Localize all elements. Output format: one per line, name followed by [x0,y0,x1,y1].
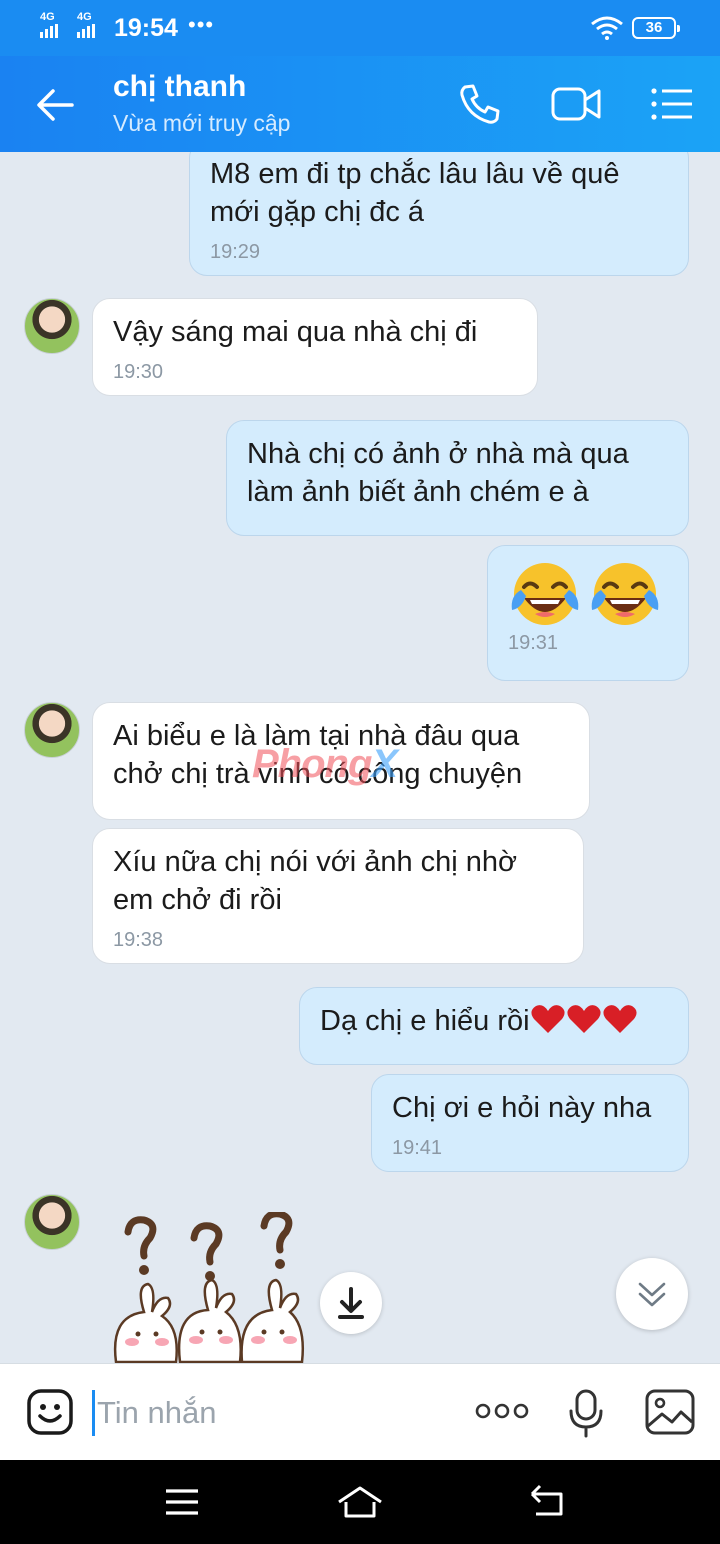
message-time: 19:31 [508,632,559,654]
message-time: 19:38 [113,929,164,951]
network-type-2: 4G [77,11,92,23]
phone-icon[interactable] [456,80,504,128]
face-with-tears-of-joy-icon [511,563,579,625]
more-notifications-icon: ••• [188,12,215,37]
emoji-row [508,560,668,628]
message-time: 19:29 [210,241,261,263]
download-icon [338,1287,364,1319]
chat-header: chị thanh Vừa mới truy cập [0,56,720,152]
watermark: PhongX [252,742,398,787]
message-text: Chị ơi e hỏi này nha [392,1092,652,1124]
watermark-x: X [371,742,398,786]
contact-status: Vừa mới truy cập [113,110,291,136]
hearts-icon [530,1005,637,1033]
contact-avatar[interactable] [24,298,80,354]
message-input[interactable] [92,1390,452,1436]
message-text: Vậy sáng mai qua nhà chị đi [113,316,478,348]
signal-icon-1 [40,24,58,38]
chat-area[interactable]: M8 em đi tp chắc lâu lâu về quê mới gặp … [0,152,720,1363]
message-input-bar [0,1363,720,1460]
battery-icon: 36 [632,17,680,39]
contact-avatar[interactable] [24,1194,80,1250]
more-options-button[interactable] [474,1398,530,1424]
download-button[interactable] [320,1272,382,1334]
wifi-icon [591,16,623,40]
contact-name[interactable]: chị thanh [113,70,246,104]
image-icon[interactable] [644,1388,696,1436]
home-icon[interactable] [336,1482,384,1522]
message-time: 19:30 [113,361,164,383]
face-with-tears-of-joy-icon [591,563,659,625]
scroll-to-bottom-button[interactable] [616,1258,688,1330]
message-bubble-outgoing[interactable]: Nhà chị có ảnh ở nhà mà qua làm ảnh biết… [226,420,689,536]
smiley-icon[interactable] [26,1388,74,1436]
bunny-question-sticker[interactable] [96,1212,316,1363]
contact-avatar[interactable] [24,702,80,758]
video-camera-icon[interactable] [550,80,602,128]
message-bubble-incoming[interactable]: Xíu nữa chị nói với ảnh chị nhờ em chở đ… [92,828,584,964]
message-text: Nhà chị có ảnh ở nhà mà qua làm ảnh biết… [247,438,629,508]
message-bubble-outgoing[interactable]: 19:31 [487,545,689,681]
message-bubble-outgoing[interactable]: M8 em đi tp chắc lâu lâu về quê mới gặp … [189,152,689,276]
signal-icon-2 [77,24,95,38]
message-text: M8 em đi tp chắc lâu lâu về quê mới gặp … [210,158,620,228]
message-bubble-outgoing[interactable]: Dạ chị e hiểu rồi [299,987,689,1065]
message-bubble-outgoing[interactable]: Chị ơi e hỏi này nha 19:41 [371,1074,689,1172]
back-icon[interactable] [528,1482,568,1522]
recent-apps-icon[interactable] [162,1482,202,1522]
network-type-1: 4G [40,11,55,23]
battery-level: 36 [645,19,663,36]
message-bubble-incoming[interactable]: Vậy sáng mai qua nhà chị đi 19:30 [92,298,538,396]
status-time: 19:54 [114,14,178,42]
message-time: 19:41 [392,1137,443,1159]
status-bar: 4G 4G 19:54 ••• 36 [0,0,720,56]
system-nav-bar [0,1460,720,1544]
watermark-text: Phong [252,742,372,786]
double-chevron-down-icon [638,1282,666,1307]
microphone-icon[interactable] [566,1388,606,1438]
message-text: Xíu nữa chị nói với ảnh chị nhờ em chở đ… [113,846,518,916]
more-dots-icon [475,1403,529,1419]
list-menu-icon[interactable] [648,80,696,128]
message-text: Dạ chị e hiểu rồi [320,1005,530,1037]
back-arrow-icon[interactable] [34,84,76,126]
